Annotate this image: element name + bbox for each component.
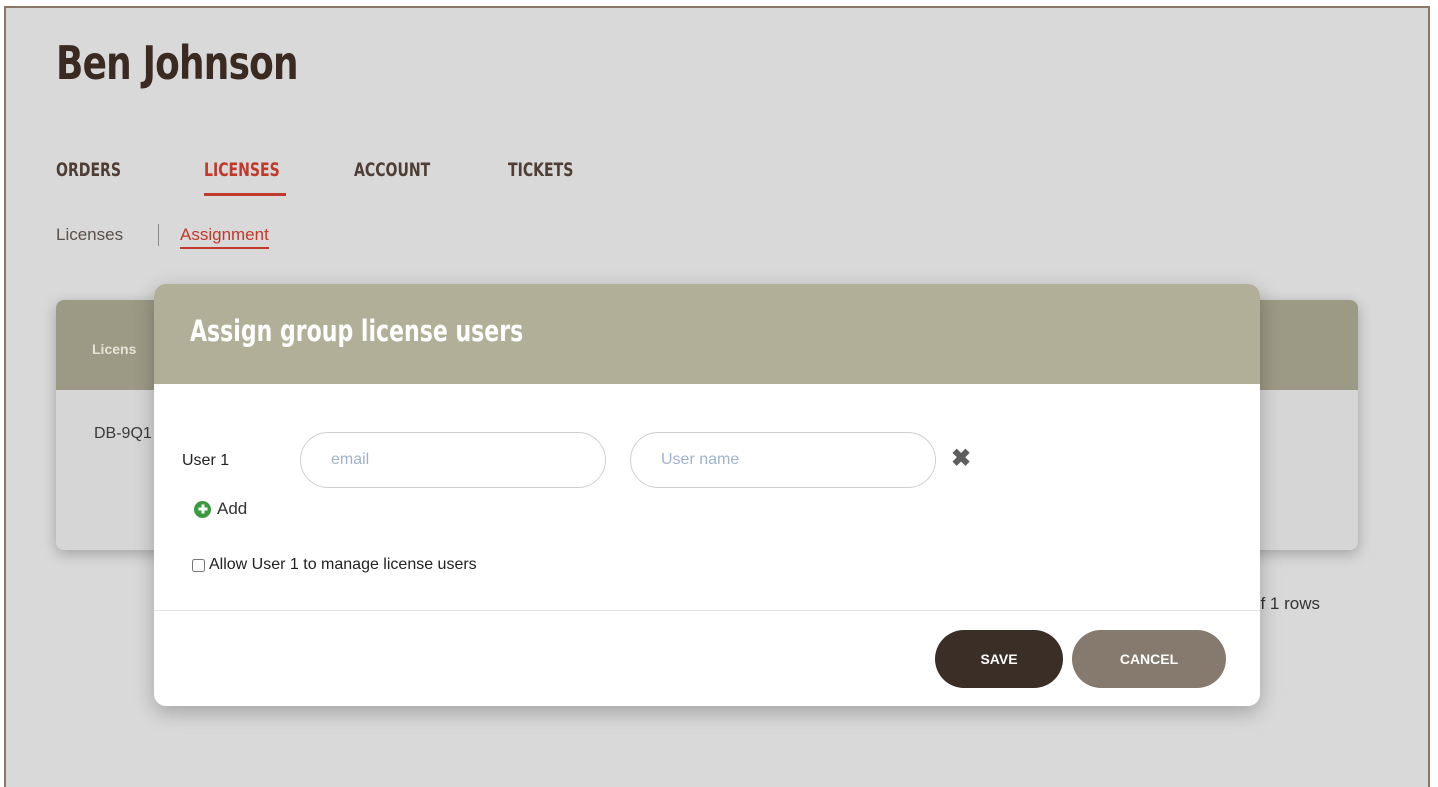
subnav-assignment[interactable]: Assignment bbox=[180, 225, 269, 249]
plus-circle-icon bbox=[194, 500, 211, 518]
active-tab-indicator bbox=[204, 193, 286, 196]
tab-account[interactable]: ACCOUNT bbox=[354, 159, 430, 181]
save-button[interactable]: SAVE bbox=[935, 630, 1063, 688]
tab-orders[interactable]: ORDERS bbox=[56, 159, 121, 181]
subnav-licenses[interactable]: Licenses bbox=[56, 225, 123, 245]
dialog-title: Assign group license users bbox=[190, 314, 524, 348]
subnav-separator bbox=[158, 224, 159, 246]
tab-tickets[interactable]: TICKETS bbox=[508, 159, 573, 181]
tab-licenses[interactable]: LICENSES bbox=[204, 159, 280, 181]
pagination-rows-text: of 1 rows bbox=[1251, 594, 1320, 613]
close-icon: ✖ bbox=[950, 445, 972, 472]
table-cell-license: DB-9Q1 bbox=[94, 425, 152, 442]
remove-user-button[interactable]: ✖ bbox=[950, 445, 972, 472]
email-input[interactable] bbox=[300, 432, 606, 488]
cancel-button[interactable]: CANCEL bbox=[1072, 630, 1226, 688]
add-user-button[interactable]: Add bbox=[194, 499, 247, 519]
add-user-label: Add bbox=[217, 499, 248, 518]
manage-users-option[interactable]: Allow User 1 to manage license users bbox=[192, 556, 477, 574]
page-title: Ben Johnson bbox=[56, 36, 299, 90]
dialog-footer-divider bbox=[154, 610, 1260, 611]
username-input[interactable] bbox=[630, 432, 936, 488]
table-column-header: Licens bbox=[92, 341, 137, 357]
dialog-header: Assign group license users bbox=[154, 284, 1260, 384]
user-1-label: User 1 bbox=[182, 452, 230, 469]
app-frame: Ben Johnson ORDERS LICENSES ACCOUNT TICK… bbox=[4, 6, 1430, 787]
manage-users-checkbox[interactable] bbox=[192, 558, 205, 572]
assign-users-dialog: Assign group license users User 1 ✖ Add … bbox=[154, 284, 1260, 706]
manage-users-label: Allow User 1 to manage license users bbox=[209, 556, 477, 573]
